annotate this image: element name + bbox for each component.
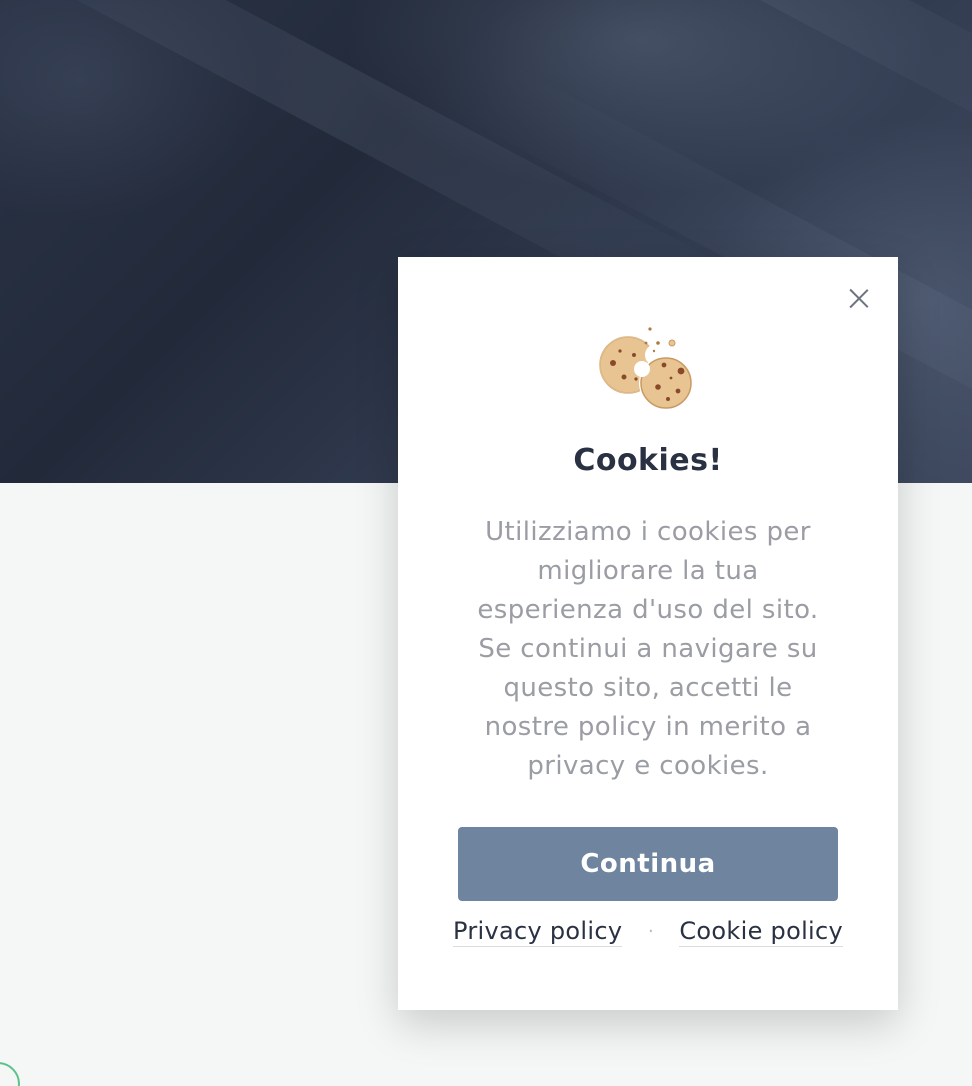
cookie-icon bbox=[599, 327, 693, 410]
continue-button[interactable]: Continua bbox=[458, 827, 838, 901]
privacy-policy-link[interactable]: Privacy policy bbox=[452, 917, 623, 947]
policy-links: Privacy policy · Cookie policy bbox=[398, 917, 898, 947]
modal-title: Cookies! bbox=[573, 443, 723, 478]
cookie-consent-modal: Cookies! Utilizziamo i cookies per migli… bbox=[398, 257, 898, 1010]
cookie-policy-link[interactable]: Cookie policy bbox=[679, 917, 844, 947]
close-icon[interactable] bbox=[842, 281, 876, 315]
link-separator: · bbox=[648, 921, 654, 942]
cookie-message: Utilizziamo i cookies per migliorare la … bbox=[477, 517, 819, 781]
